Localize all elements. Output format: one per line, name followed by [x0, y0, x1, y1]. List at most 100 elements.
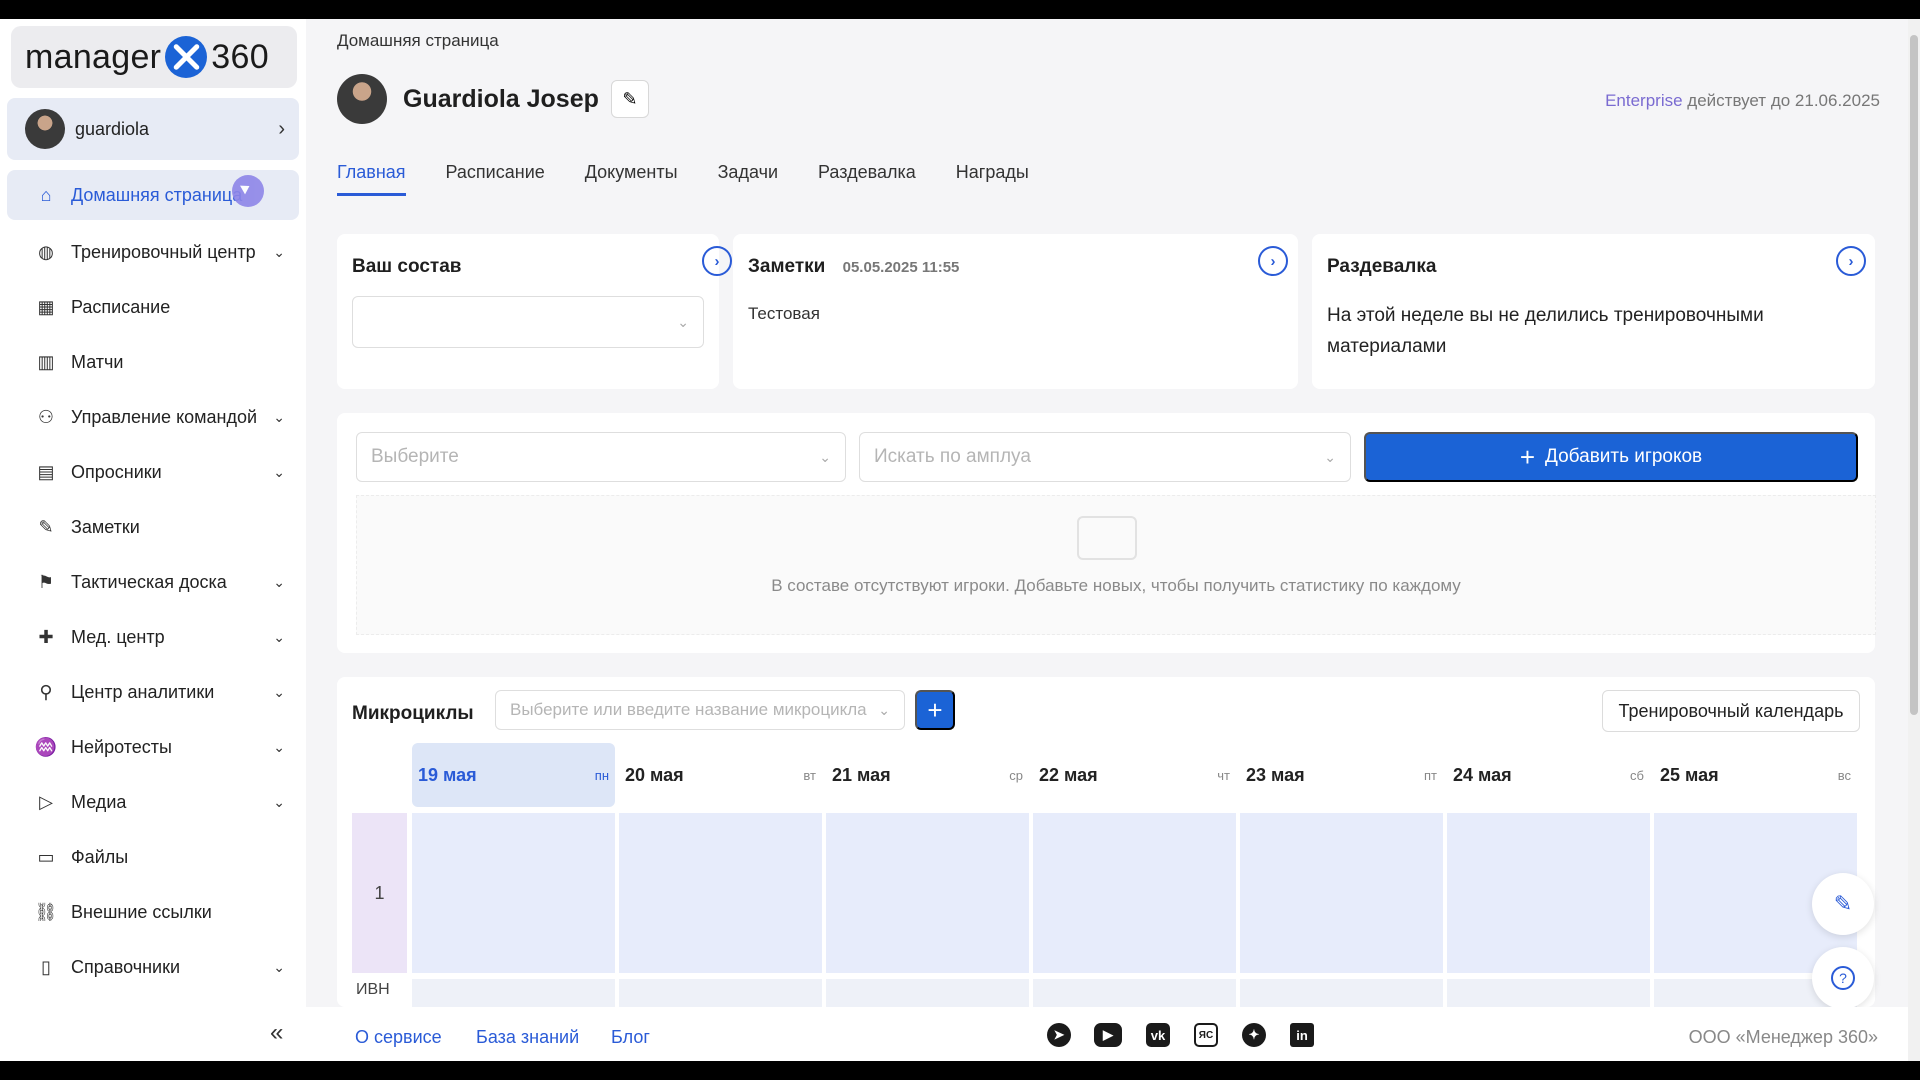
youtube-icon[interactable]: ▶	[1094, 1023, 1122, 1047]
notes-card-title: Заметки 05.05.2025 11:55	[748, 256, 959, 278]
sidebar-item-10[interactable]: ♒ Нейротесты ⌄	[7, 720, 299, 775]
license-info: Enterprise действует до 21.06.2025	[1605, 91, 1880, 111]
profile-avatar	[337, 74, 387, 124]
footer: О сервисе База знаний Блог ➤ ▶ vk ЯC ✦ i…	[306, 1007, 1920, 1061]
chevron-down-icon: ⌄	[273, 574, 285, 590]
scrollbar[interactable]	[1908, 19, 1920, 1061]
day-cell[interactable]	[412, 813, 615, 973]
day-cell[interactable]	[826, 979, 1029, 1007]
license-plan[interactable]: Enterprise	[1605, 91, 1682, 110]
vk-icon[interactable]: vk	[1146, 1023, 1170, 1047]
training-calendar-button[interactable]: Тренировочный календарь	[1602, 690, 1860, 732]
user-menu[interactable]: guardiola ›	[7, 98, 299, 160]
scoreboard-icon: ▥	[37, 352, 55, 372]
dzen-icon[interactable]: ✦	[1242, 1023, 1266, 1047]
locker-body: На этой неделе вы не делились тренировоч…	[1327, 305, 1764, 357]
day-weekday: чт	[1217, 767, 1230, 783]
scrollbar-thumb[interactable]	[1910, 35, 1918, 715]
day-header: 21 мая ср	[826, 743, 1029, 807]
logo-text-right: 360	[211, 37, 269, 76]
logo-mark-icon	[165, 36, 208, 78]
day-cell[interactable]	[826, 813, 1029, 973]
week-number: 1	[374, 882, 385, 903]
empty-state: В составе отсутствуют игроки. Добавьте н…	[356, 495, 1876, 635]
help-fab-button[interactable]: ?	[1812, 947, 1874, 1009]
day-cell[interactable]	[1447, 813, 1650, 973]
squad-select[interactable]: ⌄	[352, 296, 704, 348]
telegram-icon[interactable]: ➤	[1047, 1023, 1071, 1047]
sidebar-item-7[interactable]: ⚑ Тактическая доска ⌄	[7, 555, 299, 610]
book-icon: ▯	[41, 957, 51, 977]
linkedin-icon[interactable]: in	[1290, 1023, 1314, 1047]
week-number-cell: 1	[352, 813, 407, 973]
add-microcycle-button[interactable]: +	[915, 690, 955, 730]
microcycles-panel: Микроциклы Выберите или введите название…	[337, 677, 1875, 1007]
neuro-icon: ♒	[34, 737, 58, 757]
sidebar-item-11[interactable]: ▷ Медиа ⌄	[7, 775, 299, 830]
play-icon: ▷	[39, 792, 53, 812]
day-header: 24 мая сб	[1447, 743, 1650, 807]
sidebar-item-label: Центр аналитики	[71, 682, 215, 702]
pen-icon: ✎	[38, 517, 54, 537]
day-cell[interactable]	[1240, 813, 1443, 973]
tab-3[interactable]: Задачи	[718, 162, 778, 196]
sidebar-item-label: Файлы	[71, 847, 129, 867]
sidebar-item-12[interactable]: ▭ Файлы	[7, 830, 299, 885]
arrow-right-circle-icon[interactable]: ›	[1836, 246, 1866, 276]
survey-icon: ▤	[37, 462, 55, 482]
sidebar-item-2[interactable]: ▦ Расписание	[7, 280, 299, 335]
footer-link-about[interactable]: О сервисе	[355, 1027, 442, 1048]
day-cell[interactable]	[619, 813, 822, 973]
chevron-down-icon: ⌄	[273, 739, 285, 755]
collapse-sidebar-icon[interactable]: «	[270, 1019, 283, 1047]
sidebar-item-5[interactable]: ▤ Опросники ⌄	[7, 445, 299, 500]
squad-filter-select[interactable]: Выберите ⌄	[356, 432, 846, 482]
next-row-label: ИВН	[356, 981, 390, 998]
sidebar-item-label: Медиа	[71, 792, 127, 812]
day-cell[interactable]	[619, 979, 822, 1007]
sidebar-item-13[interactable]: ⛓ Внешние ссылки	[7, 885, 299, 940]
footer-link-knowledge-base[interactable]: База знаний	[476, 1027, 579, 1048]
arrow-right-circle-icon[interactable]: ›	[1258, 246, 1288, 276]
players-panel: Выберите ⌄ Искать по амплуа ⌄ + Добавить…	[337, 413, 1876, 653]
app-window: manager 360 guardiola › ⌂ Домашняя страни…	[0, 19, 1920, 1061]
position-search-select[interactable]: Искать по амплуа ⌄	[859, 432, 1351, 482]
day-weekday: пн	[594, 767, 609, 783]
day-date: 24 мая	[1453, 764, 1512, 785]
license-text: действует до 21.06.2025	[1687, 91, 1880, 110]
microcycle-select[interactable]: Выберите или введите название микроцикла…	[495, 690, 905, 730]
ball-icon: ◍	[38, 242, 54, 262]
sidebar-item-3[interactable]: ▥ Матчи	[7, 335, 299, 390]
avatar	[25, 109, 65, 149]
day-cell[interactable]	[1033, 813, 1236, 973]
yandex-zen-icon[interactable]: ЯC	[1194, 1023, 1218, 1047]
sidebar-item-14[interactable]: ▯ Справочники ⌄	[7, 940, 299, 995]
sidebar-item-8[interactable]: ✚ Мед. центр ⌄	[7, 610, 299, 665]
notes-date: 05.05.2025 11:55	[842, 259, 960, 276]
tab-4[interactable]: Раздевалка	[818, 162, 916, 196]
footer-link-blog[interactable]: Блог	[611, 1027, 650, 1048]
arrow-right-circle-icon[interactable]: ›	[702, 246, 732, 276]
day-cell[interactable]	[412, 979, 615, 1007]
notes-body: Тестовая	[748, 304, 820, 323]
sidebar-item-4[interactable]: ⚇ Управление командой ⌄	[7, 390, 299, 445]
tab-2[interactable]: Документы	[585, 162, 678, 196]
edit-profile-button[interactable]: ✎	[610, 80, 649, 118]
tab-0[interactable]: Главная	[337, 162, 406, 196]
sidebar-item-6[interactable]: ✎ Заметки	[7, 500, 299, 555]
add-players-button[interactable]: + Добавить игроков	[1364, 432, 1858, 482]
sidebar: manager 360 guardiola › ⌂ Домашняя страни…	[0, 19, 306, 1061]
draw-fab-button[interactable]: ✎	[1812, 873, 1874, 935]
sidebar-item-label: Управление командой	[71, 407, 258, 427]
sidebar-item-1[interactable]: ◍ Тренировочный центр ⌄	[7, 225, 299, 280]
day-cell[interactable]	[1033, 979, 1236, 1007]
sidebar-item-9[interactable]: ⚲ Центр аналитики ⌄	[7, 665, 299, 720]
day-cell[interactable]	[1240, 979, 1443, 1007]
logo-text-left: manager	[25, 37, 162, 76]
logo[interactable]: manager 360	[11, 26, 297, 88]
tab-1[interactable]: Расписание	[446, 162, 545, 196]
day-cell[interactable]	[1447, 979, 1650, 1007]
tab-5[interactable]: Награды	[956, 162, 1029, 196]
day-header: 19 мая пн	[412, 743, 615, 807]
plus-icon: +	[927, 694, 943, 725]
